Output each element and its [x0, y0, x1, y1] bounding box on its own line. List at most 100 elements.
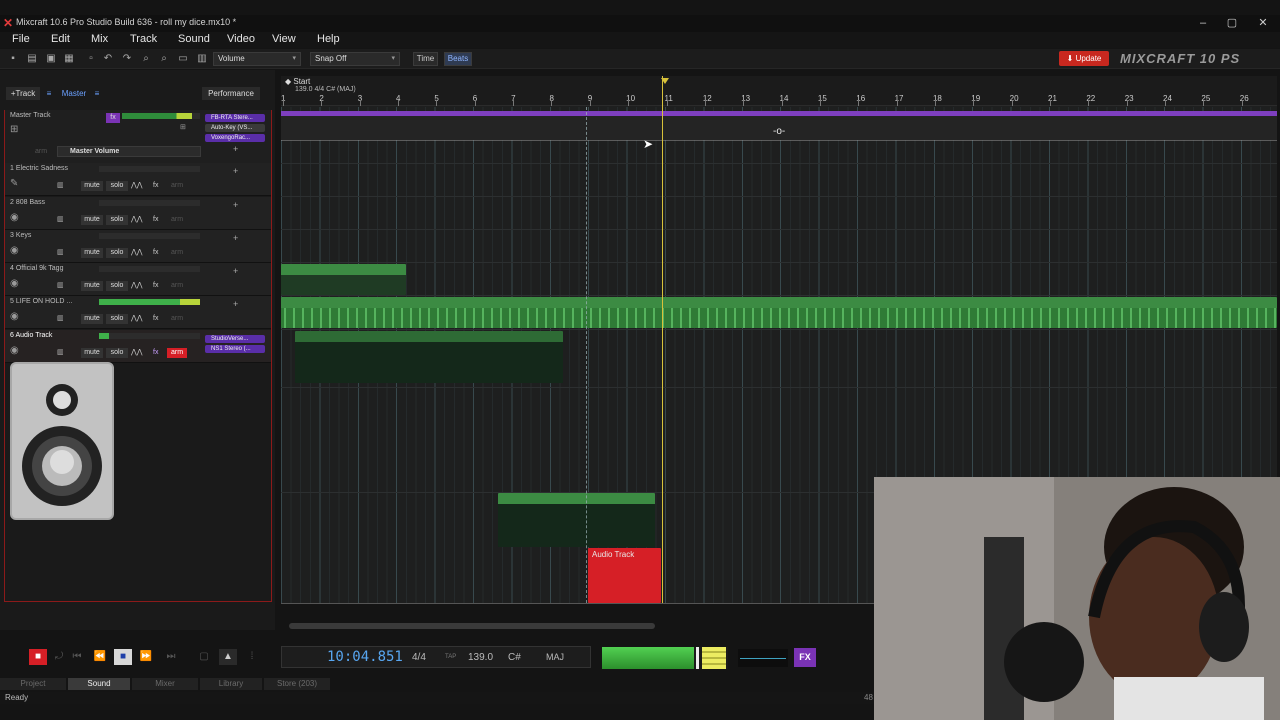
fast-forward-icon[interactable]: ⏩	[137, 649, 155, 665]
menu-bar: File Edit Mix Track Sound Video View Hel…	[0, 32, 1280, 48]
meter-bar-green	[602, 647, 694, 669]
clip-icons: ▸⊙⊙	[284, 265, 300, 272]
chevron-down-icon: ▾	[292, 55, 296, 62]
mouse-cursor-icon: ➤	[643, 137, 654, 151]
clip-label: Official 9k Tagg	[314, 264, 369, 273]
menu-track[interactable]: Track	[130, 32, 157, 46]
add-track-button[interactable]: +Track	[6, 87, 40, 100]
tap-button[interactable]: TAP	[445, 654, 456, 660]
key-readout[interactable]: C#	[508, 652, 521, 663]
time-readout[interactable]: 10:04.851	[327, 649, 403, 665]
redo-icon[interactable]: ↷	[120, 52, 134, 65]
automation-node-icon[interactable]: -o-	[773, 126, 785, 137]
close-icon[interactable]: ✕	[1256, 16, 1270, 30]
zoom-out-icon[interactable]: ⌕	[157, 52, 171, 65]
ruler-tick	[1011, 100, 1013, 106]
clip-audio-track-1[interactable]: ▸⊙⊙ Audio Track	[295, 331, 563, 383]
ruler-tick	[628, 100, 630, 106]
open-project-icon[interactable]: ▤	[25, 52, 39, 65]
clip-life-on-hold[interactable]: ▸⊙⊙ LIFE ON HOLD BEAT PROD 9K	[281, 297, 1277, 328]
loop-icon[interactable]: ⤾	[50, 649, 68, 665]
automation-select[interactable]: Volume ▾	[213, 52, 301, 66]
tab-store[interactable]: Store (203)	[264, 678, 330, 690]
clip-audio-track-2[interactable]: ▸⊙⊙ Audio Track	[498, 493, 655, 547]
tab-library[interactable]: Library	[200, 678, 262, 690]
master-menu-icon[interactable]: ≡	[92, 87, 102, 100]
timeline-bottom-border	[281, 603, 875, 604]
time-signature[interactable]: 4/4	[412, 652, 426, 663]
automation-select-value: Volume	[218, 54, 245, 63]
master-fx-button[interactable]: FX	[794, 648, 816, 667]
playhead-line[interactable]	[662, 76, 663, 603]
ruler-tick	[1203, 100, 1205, 106]
metronome-icon[interactable]: ▥	[195, 52, 209, 65]
loop-marker-line	[586, 107, 587, 603]
menu-file[interactable]: File	[12, 32, 30, 46]
clip-label: Audio Track	[329, 331, 372, 340]
ruler-tick	[1165, 100, 1167, 106]
save-project-icon[interactable]: ▣	[44, 52, 58, 65]
update-button[interactable]: ⬇ Update	[1059, 51, 1109, 66]
plugin-chip[interactable]: StudioVerse...	[205, 335, 265, 343]
master-button[interactable]: Master	[56, 87, 92, 100]
record-button[interactable]: ■	[29, 649, 47, 665]
horizontal-scrollbar[interactable]	[289, 623, 655, 629]
new-project-icon[interactable]: ▪	[6, 52, 20, 65]
maximize-icon[interactable]: ▢	[1225, 16, 1239, 30]
midi-icon[interactable]: ▭	[176, 52, 190, 65]
title-bar: ✕ Mixcraft 10.6 Pro Studio Build 636 - r…	[0, 15, 1280, 32]
menu-video[interactable]: Video	[227, 32, 255, 46]
stop-button[interactable]: ■	[114, 649, 132, 665]
undo-icon[interactable]: ↶	[101, 52, 115, 65]
brand-logo: MIXCRAFT 10 PS	[1120, 51, 1241, 66]
save-as-icon[interactable]: ▦	[62, 52, 76, 65]
clip-official-9k-tag[interactable]: ▸⊙⊙ Official 9k Tagg	[281, 264, 406, 295]
start-marker[interactable]: ◆ Start	[285, 77, 310, 86]
tab-project[interactable]: Project	[0, 678, 66, 690]
punch-icon[interactable]: ▢	[195, 649, 213, 665]
timeline-ruler[interactable]: ◆ Start 139.0 4/4 C# (MAJ) 1 2 3 4 5 6 7 8 9 10 11…	[281, 76, 1277, 106]
track-panel-header: +Track ≡ Master ≡ Performance	[4, 86, 272, 102]
clip-icons: ▸⊙⊙	[284, 298, 300, 305]
window-title: Mixcraft 10.6 Pro Studio Build 636 - rol…	[16, 17, 237, 27]
ruler-tick	[1126, 100, 1128, 106]
mode-readout[interactable]: MAJ	[546, 652, 564, 662]
menu-sound[interactable]: Sound	[178, 32, 210, 46]
menu-help[interactable]: Help	[317, 32, 340, 46]
beats-button[interactable]: Beats	[444, 52, 472, 66]
skip-end-icon[interactable]: ⏭	[162, 649, 180, 665]
speaker-image	[10, 362, 114, 520]
metronome-icon[interactable]: ▲	[219, 649, 237, 665]
menu-mix[interactable]: Mix	[91, 32, 108, 46]
count-in-icon[interactable]: ⁞	[243, 649, 261, 665]
rewind-start-icon[interactable]: ⏮	[68, 649, 86, 665]
rewind-icon[interactable]: ⏪	[91, 649, 109, 665]
ruler-tick	[513, 100, 515, 106]
meter-bar-yellow	[702, 647, 726, 669]
time-button[interactable]: Time	[413, 52, 438, 66]
track-menu-icon[interactable]: ≡	[44, 87, 54, 100]
update-button-label: Update	[1075, 54, 1102, 63]
ruler-tick	[283, 100, 284, 106]
minimize-icon[interactable]: –	[1196, 16, 1210, 30]
cut-icon[interactable]: ▫	[84, 52, 98, 65]
clip-icons: ▸⊙⊙	[501, 494, 517, 501]
clip-label: LIFE ON HOLD BEAT PROD 9K	[314, 297, 430, 306]
plugin-chip[interactable]: NS1 Stereo (...	[205, 345, 265, 353]
snap-select[interactable]: Snap Off ▾	[310, 52, 400, 66]
ruler-tick	[743, 100, 745, 106]
tab-mixer[interactable]: Mixer	[132, 678, 198, 690]
menu-edit[interactable]: Edit	[51, 32, 70, 46]
status-right: 48	[864, 693, 873, 702]
zoom-in-icon[interactable]: ⌕	[139, 52, 153, 65]
oscilloscope-wave	[740, 658, 786, 659]
performance-button[interactable]: Performance	[202, 87, 260, 100]
ruler-tick	[398, 100, 400, 106]
tab-sound[interactable]: Sound	[68, 678, 130, 690]
ruler-tick	[666, 100, 668, 106]
ruler-tick	[359, 100, 361, 106]
tempo-readout[interactable]: 139.0	[468, 652, 493, 663]
ruler-tick	[551, 100, 553, 106]
menu-view[interactable]: View	[272, 32, 296, 46]
clip-recording-audio-track[interactable]: Audio Track	[588, 548, 661, 603]
